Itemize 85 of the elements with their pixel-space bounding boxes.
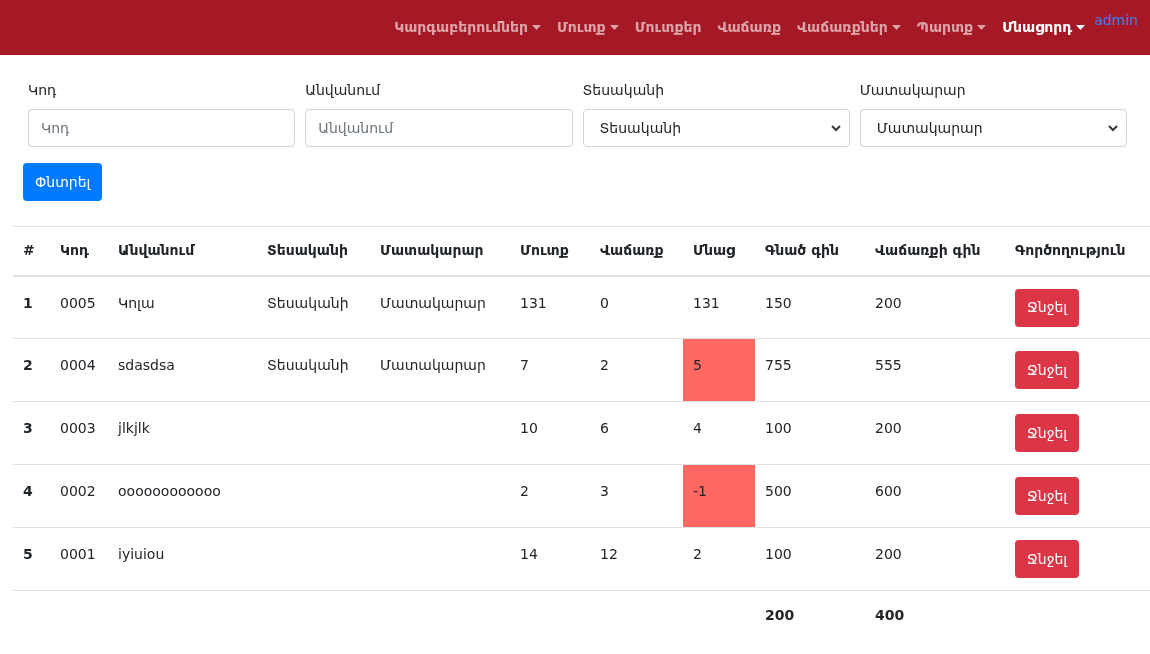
table-cell: 4 [683,401,755,465]
total-value: 200 [755,590,865,641]
select-field[interactable]: Մատակարար [859,109,1127,147]
field-label: Անվանում [305,81,382,100]
caret-icon [977,25,987,30]
nav-link[interactable]: Մուտքեր [627,17,709,38]
table-cell: oooooooooooo [108,464,257,528]
delete-button[interactable]: Ջնջել [1015,477,1080,515]
nav-link[interactable]: Մուտք [549,17,626,38]
caret-icon [531,25,541,30]
chevron-down-icon [1108,124,1118,132]
table-cell: 2 [590,338,683,402]
table-cell: 0004 [50,338,108,402]
delete-button[interactable]: Ջնջել [1015,351,1080,389]
table-cell: 100 [755,527,865,591]
field-label: Տեսականի [582,81,665,100]
column-header: # [13,226,50,276]
select-field[interactable]: Տեսականի [582,109,850,147]
table-cell: 0 [590,275,683,339]
delete-button[interactable]: Ջնջել [1015,414,1080,452]
column-header: Վաճառք [590,226,683,276]
table-cell: 500 [755,464,865,528]
nav-link[interactable]: Կարգաբերումներ [387,17,548,38]
column-header: Գնած գին [755,226,865,276]
table-cell: 0003 [50,401,108,465]
table-cell: 555 [865,338,1005,402]
table-cell: Տեսականի [257,338,370,402]
column-header: Մնաց [683,226,755,276]
table-cell: iyiuiou [108,527,257,591]
table-cell: 1 [13,275,50,339]
table-cell: 6 [590,401,683,465]
column-header: Գործողություն [1005,226,1150,276]
table-cell: 131 [683,275,755,339]
table-cell: -1 [683,464,755,528]
delete-button[interactable]: Ջնջել [1015,540,1080,578]
table-cell: 150 [755,275,865,339]
table-cell: 3 [13,401,50,465]
column-header: Կոդ [50,226,108,276]
field-label: Կոդ [28,81,58,100]
table-cell: 12 [590,527,683,591]
table-cell: 131 [510,275,590,339]
nav-link[interactable]: Վաճառքներ [790,17,908,38]
column-header: Մատակարար [370,226,510,276]
table-cell: 200 [865,401,1005,465]
table-cell: 600 [865,464,1005,528]
caret-icon [1076,25,1086,30]
delete-button[interactable]: Ջնջել [1015,288,1080,327]
table-cell: 200 [865,275,1005,339]
nav-link[interactable]: Մնացորդ [995,17,1093,38]
table-cell: Մատակարար [370,338,510,402]
text-field[interactable]: Կոդ [28,109,296,147]
table-cell: 5 [683,338,755,402]
table-cell: 7 [510,338,590,402]
table-cell: 0002 [50,464,108,528]
table-cell: 3 [590,464,683,528]
column-header: Տեսականի [257,226,370,276]
table-cell: 2 [683,527,755,591]
table-cell: 5 [13,527,50,591]
table-cell: 14 [510,527,590,591]
table-cell: 0001 [50,527,108,591]
table-cell: 10 [510,401,590,465]
table-cell: Մատակարար [370,275,510,339]
total-value: 400 [865,590,1005,641]
text-field[interactable]: Անվանում [305,109,573,147]
column-header: Մուտք [510,226,590,276]
table-cell: 755 [755,338,865,402]
nav-link[interactable]: Պարտք [909,17,994,38]
column-header: Վաճառքի գին [865,226,1005,276]
table-cell: Կոլա [108,275,257,339]
table-cell: Տեսականի [257,275,370,339]
caret-icon [609,25,619,30]
column-header: Անվանում [108,226,257,276]
table-cell: 200 [865,527,1005,591]
field-label: Մատակարար [859,81,967,100]
table-cell: 100 [755,401,865,465]
nav-link[interactable]: Վաճառք [710,17,789,38]
caret-icon [891,25,901,30]
table-cell: 2 [13,338,50,402]
chevron-down-icon [830,124,841,132]
table-cell: 4 [13,464,50,528]
table-cell: sdasdsa [108,338,257,402]
table-cell: jlkjlk [108,401,257,465]
search-button[interactable]: Փնտրել [23,163,103,201]
table-cell: 2 [510,464,590,528]
table-cell: 0005 [50,275,108,339]
